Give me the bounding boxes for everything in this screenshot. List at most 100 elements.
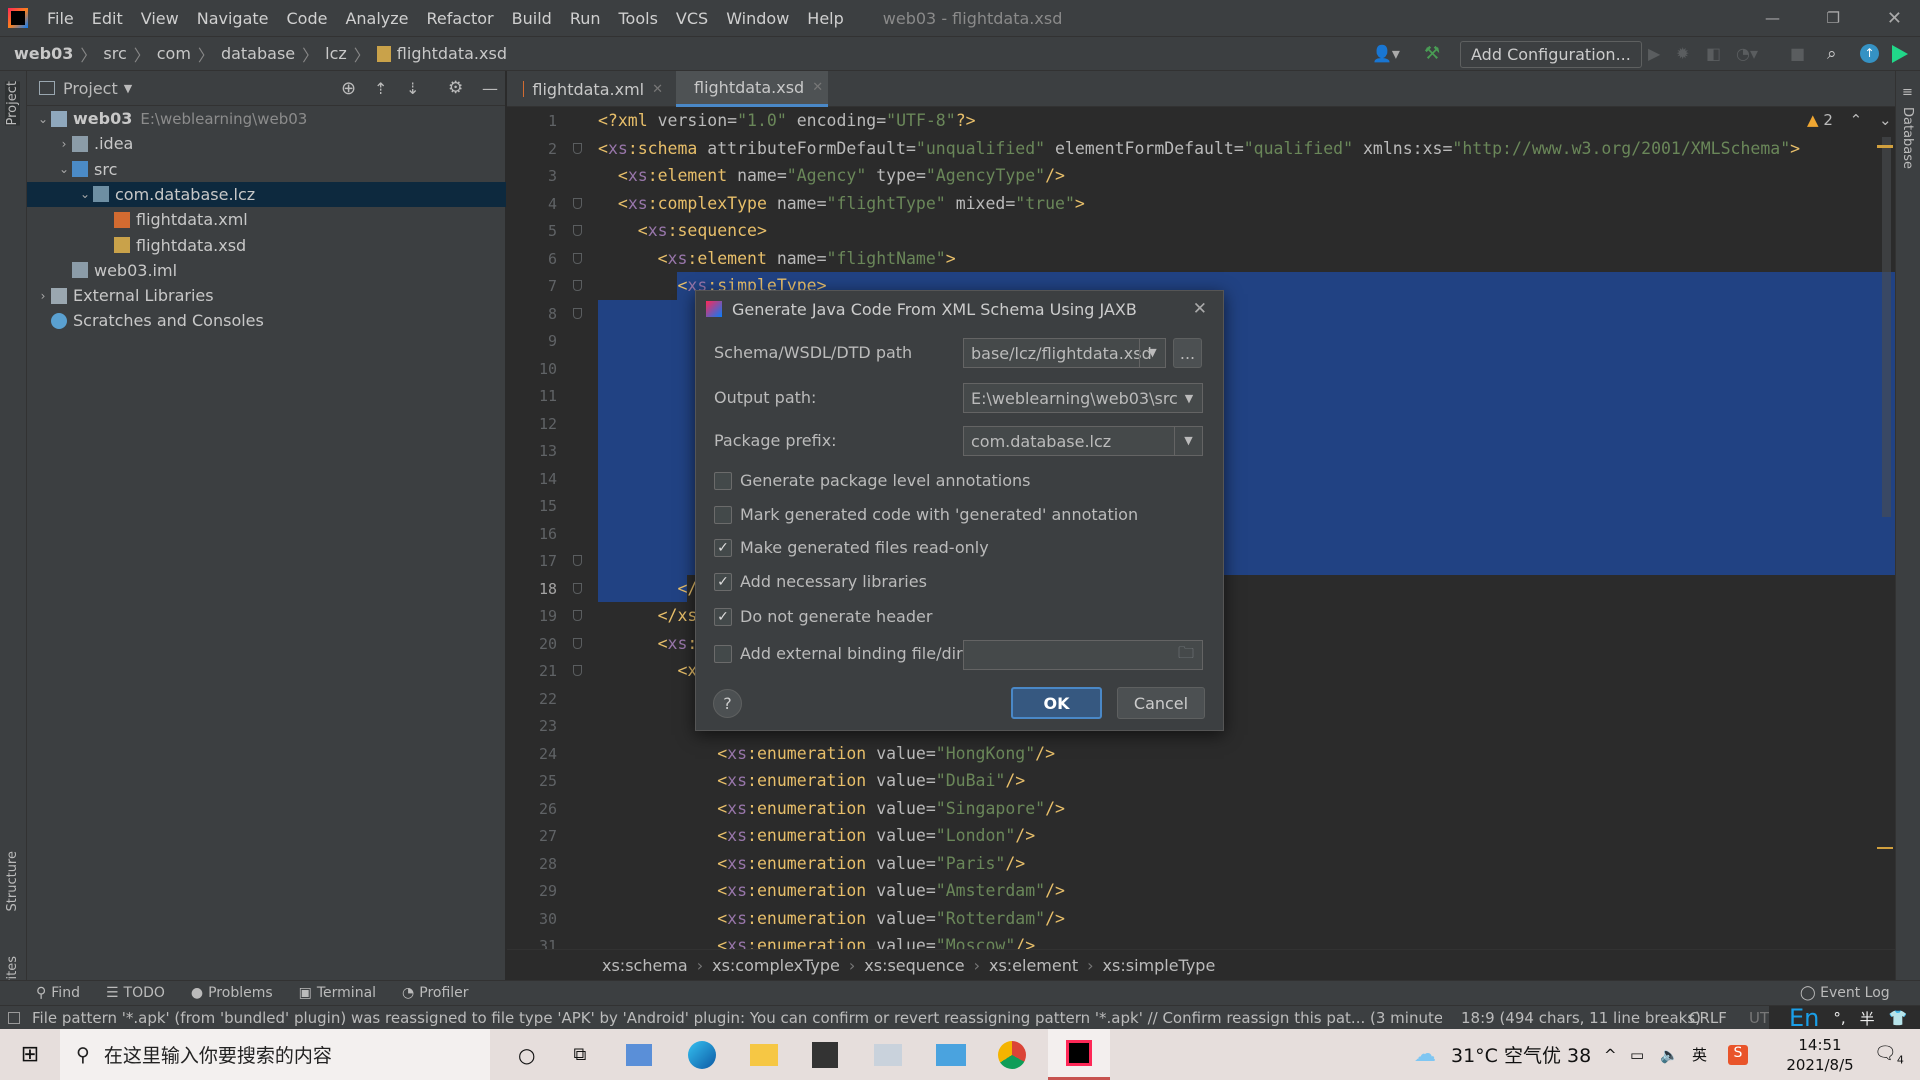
chevron-down-icon[interactable]: ⌄ xyxy=(35,112,51,126)
dialog-title-bar[interactable]: Generate Java Code From XML Schema Using… xyxy=(696,291,1223,327)
notification-center-icon[interactable]: 🗨4 xyxy=(1874,1043,1904,1067)
option-checkbox[interactable] xyxy=(714,506,732,524)
warning-indicator[interactable]: ▲ 2 ⌃ ⌄ xyxy=(1807,111,1892,129)
close-tab-icon[interactable]: ✕ xyxy=(652,82,663,97)
sogou-icon[interactable]: S xyxy=(1728,1044,1748,1065)
run-icon[interactable]: ▶ xyxy=(1648,44,1660,63)
warning-marker[interactable] xyxy=(1877,145,1893,148)
cortana-icon[interactable]: ○ xyxy=(518,1043,535,1067)
code-line[interactable]: <xs:complexType name="flightType" mixed=… xyxy=(598,190,1085,218)
network-icon[interactable]: ▭ xyxy=(1630,1046,1644,1064)
expand-all-icon[interactable]: ⇡ xyxy=(374,79,387,98)
menu-analyze[interactable]: Analyze xyxy=(336,9,417,28)
option-checkbox[interactable] xyxy=(714,472,732,490)
nav-crumb[interactable]: src xyxy=(103,44,126,63)
code-line[interactable]: </xs xyxy=(598,602,698,630)
chevron-right-icon[interactable]: › xyxy=(35,289,51,303)
structure-crumb[interactable]: xs:simpleType xyxy=(1103,956,1216,975)
tree-item[interactable]: › .idea xyxy=(27,131,506,156)
nav-crumb[interactable]: com xyxy=(157,44,191,63)
code-line[interactable]: </ xyxy=(598,575,697,603)
next-highlight-icon[interactable]: ⌄ xyxy=(1879,111,1892,129)
tool-tab-todo[interactable]: ☰ TODO xyxy=(106,985,165,1001)
tool-tab-profiler[interactable]: ◔ Profiler xyxy=(402,985,469,1001)
chevron-down-icon[interactable]: ⌄ xyxy=(77,187,93,201)
weather-text[interactable]: 31°C 空气优 38 xyxy=(1451,1041,1591,1068)
app-icon[interactable] xyxy=(626,1043,653,1066)
stop-icon[interactable]: ■ xyxy=(1790,44,1805,63)
code-line[interactable]: <xs:enumeration value="Amsterdam"/> xyxy=(598,877,1065,905)
ok-button[interactable]: OK xyxy=(1011,687,1102,719)
tab-flightdata-xml[interactable]: flightdata.xml ✕ xyxy=(513,71,673,107)
option-label[interactable]: Make generated files read-only xyxy=(740,538,989,557)
tree-item[interactable]: web03.iml xyxy=(27,258,506,283)
menu-edit[interactable]: Edit xyxy=(83,9,132,28)
restore-button[interactable]: ❐ xyxy=(1827,9,1840,27)
structure-crumb[interactable]: xs:element xyxy=(989,956,1078,975)
line-separator[interactable]: CRLF xyxy=(1689,1009,1727,1027)
structure-crumb[interactable]: xs:complexType xyxy=(712,956,840,975)
ime-language[interactable]: En xyxy=(1789,1006,1819,1029)
menu-run[interactable]: Run xyxy=(561,9,610,28)
tree-item[interactable]: ⌄ src xyxy=(27,157,506,182)
chevron-down-icon[interactable]: ▼ xyxy=(1139,339,1165,367)
chevron-down-icon[interactable]: ⌄ xyxy=(56,162,72,176)
option-label[interactable]: Generate package level annotations xyxy=(740,471,1031,490)
debug-icon[interactable]: ✹ xyxy=(1676,44,1689,63)
chevron-down-icon[interactable]: ▼ xyxy=(124,82,132,95)
structure-tool-button[interactable]: Structure xyxy=(5,851,20,911)
menu-vcs[interactable]: VCS xyxy=(667,9,717,28)
code-line[interactable]: <xs:enumeration value="Singapore"/> xyxy=(598,795,1065,823)
locate-icon[interactable]: ⊕ xyxy=(341,78,356,99)
tree-item[interactable]: ⌄ com.database.lcz xyxy=(27,181,506,207)
tab-flightdata-xsd[interactable]: flightdata.xsd ✕ xyxy=(676,71,828,107)
option-label[interactable]: Do not generate header xyxy=(740,607,932,626)
project-tool-button[interactable]: Project xyxy=(5,81,20,126)
ime-width[interactable]: 半 xyxy=(1860,1008,1875,1029)
tree-item[interactable]: ⌄ web03 E:\weblearning\web03 xyxy=(27,106,506,131)
tree-item[interactable]: flightdata.xsd xyxy=(27,233,506,258)
option-checkbox[interactable]: ✓ xyxy=(714,539,732,557)
fold-marker-icon[interactable] xyxy=(573,555,582,566)
external-binding-label[interactable]: Add external binding file/dir xyxy=(740,644,963,663)
tool-tab-terminal[interactable]: ▣ Terminal xyxy=(299,985,376,1001)
code-line[interactable]: <xs:enumeration value="London"/> xyxy=(598,822,1035,850)
chevron-down-icon[interactable]: ▼ xyxy=(1174,427,1202,455)
toolbox-icon[interactable] xyxy=(1892,44,1908,63)
tree-item[interactable]: Scratches and Consoles xyxy=(27,308,506,333)
code-line[interactable]: <xs:element name="Agency" type="AgencyTy… xyxy=(598,162,1065,190)
fold-marker-icon[interactable] xyxy=(573,280,582,291)
hide-panel-icon[interactable]: — xyxy=(482,79,498,98)
nav-crumb[interactable]: web03 xyxy=(14,44,73,63)
chevron-down-icon[interactable]: ▼ xyxy=(1176,392,1202,405)
taskbar-search[interactable]: ⚲ 在这里输入你要搜索的内容 xyxy=(60,1029,490,1080)
intellij-taskbar-button[interactable] xyxy=(1048,1029,1111,1080)
help-button[interactable]: ? xyxy=(713,689,742,718)
external-binding-field[interactable]: 🗀 xyxy=(963,640,1203,670)
code-line[interactable]: <xs:enumeration value="DuBai"/> xyxy=(598,767,1025,795)
browse-button[interactable]: ... xyxy=(1173,338,1202,368)
fold-marker-icon[interactable] xyxy=(573,225,582,236)
tray-overflow-icon[interactable]: ^ xyxy=(1604,1046,1617,1064)
fold-marker-icon[interactable] xyxy=(573,252,582,264)
collapse-all-icon[interactable]: ⇣ xyxy=(406,79,419,98)
profile-icon[interactable]: ◔▾ xyxy=(1736,44,1758,63)
fold-marker-icon[interactable] xyxy=(573,142,582,154)
code-line[interactable]: <xs:enumeration value="Moscow"/> xyxy=(598,932,1035,949)
structure-crumb[interactable]: xs:sequence xyxy=(864,956,964,975)
start-button[interactable]: ⊞ xyxy=(0,1042,60,1067)
add-configuration-button[interactable]: Add Configuration... xyxy=(1460,41,1642,68)
caret-position[interactable]: 18:9 (494 chars, 11 line breaks) xyxy=(1461,1009,1701,1027)
status-toggle-icon[interactable] xyxy=(8,1011,20,1024)
previous-highlight-icon[interactable]: ⌃ xyxy=(1850,111,1863,129)
fold-marker-icon[interactable] xyxy=(573,307,582,319)
code-line[interactable]: <xs:enumeration value="Rotterdam"/> xyxy=(598,905,1065,933)
database-tool-button[interactable]: Database xyxy=(1900,107,1915,169)
menu-help[interactable]: Help xyxy=(798,9,852,28)
code-line[interactable]: <xs: xyxy=(598,630,698,658)
chevron-right-icon[interactable]: › xyxy=(56,137,72,151)
folder-icon[interactable]: 🗀 xyxy=(1178,642,1194,669)
fold-marker-icon[interactable] xyxy=(573,582,582,594)
clock[interactable]: 14:51 2021/8/5 xyxy=(1770,1035,1870,1075)
fold-marker-icon[interactable] xyxy=(573,637,582,649)
